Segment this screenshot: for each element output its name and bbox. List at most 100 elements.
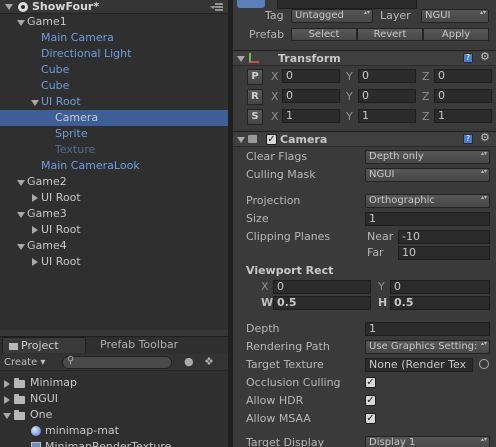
- rotation-reset-button[interactable]: R: [247, 89, 263, 105]
- create-button[interactable]: Create ▾: [4, 356, 45, 369]
- allow-hdr-label: Allow HDR: [246, 394, 304, 407]
- allow-hdr-checkbox[interactable]: ✓: [365, 395, 376, 406]
- game4-foldout-icon[interactable]: [17, 244, 25, 250]
- target-texture-field[interactable]: None (Render Tex: [365, 358, 473, 372]
- filter-by-label-icon[interactable]: ❖: [204, 355, 214, 368]
- tab-project[interactable]: Project: [2, 337, 86, 353]
- scene-foldout-icon[interactable]: [5, 4, 13, 10]
- rotation-z-label: Z: [422, 90, 430, 103]
- hierarchy-item-game3[interactable]: Game3: [27, 206, 67, 222]
- tab-prefab-toolbar[interactable]: Prefab Toolbar: [100, 337, 220, 353]
- project-item-one[interactable]: One: [30, 407, 52, 423]
- far-label: Far: [367, 246, 384, 259]
- camera-enabled-checkbox[interactable]: ✓: [266, 134, 277, 145]
- viewport-x-label: X: [261, 280, 269, 293]
- occlusion-culling-checkbox[interactable]: ✓: [365, 377, 376, 388]
- hierarchy-item-main-cameralook[interactable]: Main CameraLook: [41, 158, 140, 174]
- hierarchy-item-game4[interactable]: Game4: [27, 238, 67, 254]
- camera-title: Camera: [280, 133, 328, 146]
- position-y-field[interactable]: 0: [358, 69, 416, 83]
- game2-foldout-icon[interactable]: [17, 180, 25, 186]
- tag-dropdown[interactable]: Untagged: [291, 9, 373, 23]
- camera-header[interactable]: ✓ Camera ? ⚙: [233, 131, 496, 147]
- game3-ui-root-foldout-icon[interactable]: [32, 226, 38, 234]
- project-item-ngui[interactable]: NGUI: [30, 391, 58, 407]
- allow-msaa-checkbox[interactable]: ✓: [365, 413, 376, 424]
- render-texture-icon: [31, 442, 41, 447]
- scale-x-field[interactable]: 1: [282, 109, 340, 123]
- ngui-folder-foldout-icon[interactable]: [4, 396, 10, 404]
- hierarchy-panel: ShowFour* Game1 Main Camera Directional …: [0, 0, 228, 330]
- camera-foldout-icon[interactable]: [237, 137, 245, 143]
- game3-foldout-icon[interactable]: [17, 212, 25, 218]
- culling-mask-dropdown[interactable]: NGUI: [365, 168, 490, 182]
- scale-y-field[interactable]: 1: [358, 109, 416, 123]
- depth-field[interactable]: 1: [365, 322, 490, 336]
- scene-header[interactable]: ShowFour*: [0, 0, 228, 14]
- game1-foldout-icon[interactable]: [17, 20, 25, 26]
- selection-highlight: [0, 110, 228, 126]
- scale-reset-button[interactable]: S: [247, 109, 263, 125]
- project-tab-icon: [9, 343, 18, 350]
- help-icon[interactable]: ?: [463, 134, 473, 144]
- project-item-minimap[interactable]: Minimap: [30, 375, 77, 391]
- rotation-x-field[interactable]: 0: [282, 89, 340, 103]
- hierarchy-item-main-camera[interactable]: Main Camera: [41, 30, 114, 46]
- ui-root-foldout-icon[interactable]: [31, 100, 39, 106]
- projection-dropdown[interactable]: Orthographic: [365, 194, 490, 208]
- target-display-dropdown[interactable]: Display 1: [365, 436, 490, 447]
- minimap-folder-foldout-icon[interactable]: [4, 380, 10, 388]
- transform-header[interactable]: Transform ? ⚙: [233, 50, 496, 66]
- position-x-field[interactable]: 0: [282, 69, 340, 83]
- prefab-select-button[interactable]: Select: [291, 28, 357, 41]
- rotation-y-field[interactable]: 0: [358, 89, 416, 103]
- hierarchy-item-game1[interactable]: Game1: [27, 14, 67, 30]
- search-input[interactable]: ⚲: [62, 355, 172, 369]
- far-field[interactable]: 10: [398, 246, 490, 260]
- help-icon[interactable]: ?: [463, 53, 473, 63]
- clear-flags-dropdown[interactable]: Depth only: [365, 150, 490, 164]
- gameobject-name-field[interactable]: [277, 0, 417, 9]
- scene-menu-icon[interactable]: [210, 3, 224, 12]
- prefab-revert-button[interactable]: Revert: [357, 28, 423, 41]
- near-label: Near: [367, 230, 394, 243]
- hierarchy-item-camera[interactable]: Camera: [55, 110, 98, 126]
- hierarchy-item-texture[interactable]: Texture: [55, 142, 95, 158]
- one-folder-foldout-icon[interactable]: [3, 413, 11, 419]
- hierarchy-item-ui-root[interactable]: UI Root: [41, 94, 81, 110]
- rotation-z-field[interactable]: 0: [434, 89, 492, 103]
- filter-by-type-icon[interactable]: ●: [184, 355, 194, 368]
- scale-z-field[interactable]: 1: [434, 109, 492, 123]
- hierarchy-item-directional-light[interactable]: Directional Light: [41, 46, 131, 62]
- viewport-w-field[interactable]: 0.5: [273, 296, 371, 310]
- viewport-y-field[interactable]: 0: [390, 280, 490, 294]
- game2-ui-root-foldout-icon[interactable]: [32, 194, 38, 202]
- hierarchy-item-ui-root[interactable]: UI Root: [41, 190, 81, 206]
- hierarchy-item-cube[interactable]: Cube: [41, 78, 69, 94]
- project-item-minimap-mat[interactable]: minimap-mat: [45, 423, 119, 439]
- project-item-minimap-render-texture[interactable]: MinimapRenderTexture: [45, 439, 171, 447]
- scene-title: ShowFour*: [32, 0, 100, 13]
- position-z-field[interactable]: 0: [434, 69, 492, 83]
- position-reset-button[interactable]: P: [247, 69, 263, 85]
- hierarchy-item-game2[interactable]: Game2: [27, 174, 67, 190]
- viewport-h-field[interactable]: 0.5: [390, 296, 490, 310]
- viewport-x-field[interactable]: 0: [273, 280, 371, 294]
- object-picker-icon[interactable]: [479, 359, 489, 369]
- rendering-path-dropdown[interactable]: Use Graphics Setting:: [365, 340, 490, 354]
- size-field[interactable]: 1: [365, 212, 490, 226]
- gear-icon[interactable]: ⚙: [480, 51, 490, 62]
- hierarchy-item-cube[interactable]: Cube: [41, 62, 69, 78]
- layer-dropdown[interactable]: NGUI: [421, 9, 489, 23]
- game4-ui-root-foldout-icon[interactable]: [32, 258, 38, 266]
- prefab-apply-button[interactable]: Apply: [423, 28, 489, 41]
- hierarchy-item-ui-root[interactable]: UI Root: [41, 222, 81, 238]
- near-field[interactable]: -10: [398, 230, 490, 244]
- hierarchy-item-ui-root[interactable]: UI Root: [41, 254, 81, 270]
- transform-foldout-icon[interactable]: [237, 56, 245, 62]
- position-x-label: X: [271, 70, 279, 83]
- gear-icon[interactable]: ⚙: [480, 132, 490, 143]
- transform-axes-icon: [249, 53, 259, 63]
- hierarchy-item-sprite[interactable]: Sprite: [55, 126, 88, 142]
- depth-label: Depth: [246, 322, 280, 335]
